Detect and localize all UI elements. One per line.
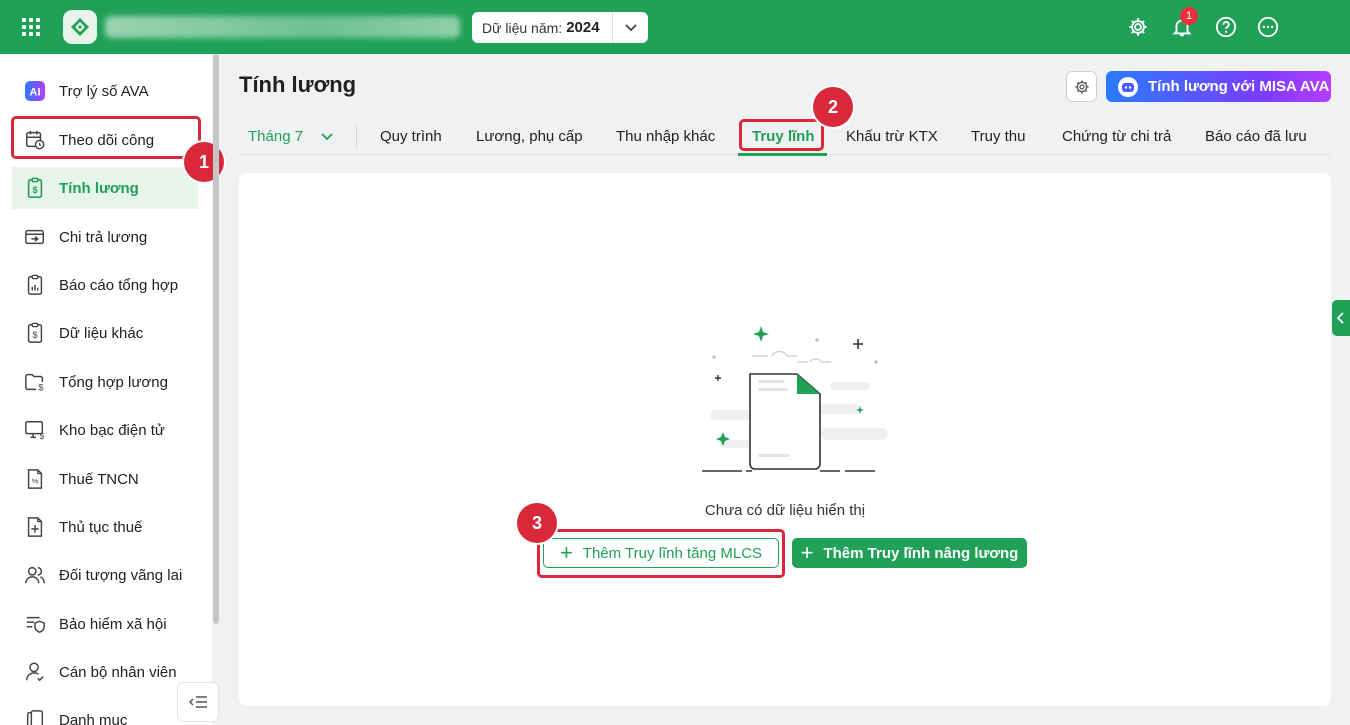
sidebar-item-label: Báo cáo tổng hợp [59, 276, 179, 294]
tab-separator [356, 126, 357, 148]
month-label: Tháng 7 [248, 128, 304, 145]
sidebar-item-employees[interactable]: Cán bộ nhân viên [12, 651, 198, 693]
year-label: Dữ liệu năm: [482, 19, 563, 36]
sidebar-item-social-insurance[interactable]: Bảo hiểm xã hội [12, 603, 198, 645]
users-icon [23, 563, 47, 587]
year-value: 2024 [566, 19, 600, 36]
svg-text:AI: AI [30, 87, 41, 99]
settings-icon[interactable] [1126, 15, 1150, 39]
page-title: Tính lương [239, 72, 357, 97]
svg-text:$: $ [40, 432, 45, 441]
sidebar-item-label: Chi trả lương [59, 228, 148, 246]
sidebar-item-label: Kho bạc điện tử [59, 421, 165, 439]
tab-other-income[interactable]: Thu nhập khác [616, 128, 715, 145]
tab-salary-allowance[interactable]: Lương, phụ cấp [476, 128, 583, 145]
sidebar-item-salary[interactable]: $ Tính lương [12, 167, 198, 209]
highlight-box-salary [11, 116, 201, 159]
month-select[interactable]: Tháng 7 [248, 128, 333, 145]
salary-icon: $ [23, 176, 47, 200]
tax-procedure-icon [23, 515, 47, 539]
misa-ava-button[interactable]: Tính lương với MISA AVA [1106, 71, 1331, 102]
sidebar-item-payment[interactable]: Chi trả lương [12, 216, 198, 258]
company-name-blurred [105, 16, 460, 38]
svg-text:$: $ [32, 330, 37, 340]
add-back-pay-raise-button[interactable]: + Thêm Truy lĩnh nâng lương [792, 538, 1027, 568]
sidebar-item-other-data[interactable]: $ Dữ liệu khác [12, 312, 198, 354]
step-badge-2: 2 [813, 87, 853, 127]
sidebar-item-tax-procedure[interactable]: Thủ tục thuế [12, 506, 198, 548]
catalog-icon [23, 708, 47, 725]
sidebar-item-label: Dữ liệu khác [59, 324, 144, 342]
sidebar-item-personal-tax[interactable]: % Thuế TNCN [12, 458, 198, 500]
robot-icon [1118, 76, 1138, 97]
sidebar-item-label: Tính lương [59, 179, 139, 197]
empty-state-illustration [702, 326, 888, 472]
svg-text:$: $ [38, 382, 43, 392]
step-badge-3: 3 [517, 503, 557, 543]
add-raise-label: Thêm Truy lĩnh nâng lương [823, 544, 1019, 562]
sidebar-item-label: Cán bộ nhân viên [59, 663, 177, 681]
sidebar-item-label: Đối tượng vãng lai [59, 566, 183, 584]
highlight-box-add-mlcs [537, 529, 785, 578]
tab-process[interactable]: Quy trình [380, 128, 442, 145]
wallet-icon [23, 225, 47, 249]
year-select[interactable]: Dữ liệu năm: 2024 [472, 12, 648, 43]
active-tab-indicator [738, 153, 827, 156]
svg-text:%: % [32, 477, 39, 486]
employee-icon [23, 660, 47, 684]
sidebar-item-label: Danh mục [59, 711, 128, 725]
chevron-down-icon[interactable] [612, 12, 648, 43]
more-icon[interactable] [1256, 15, 1280, 39]
sidebar-item-summary-report[interactable]: Báo cáo tổng hợp [12, 264, 198, 306]
sidebar-item-ava[interactable]: AI Trợ lý số AVA [12, 70, 198, 112]
tab-saved-reports[interactable]: Báo cáo đã lưu [1205, 128, 1307, 145]
plus-icon: + [800, 540, 814, 565]
chevron-left-icon [1337, 312, 1344, 324]
empty-state-text: Chưa có dữ liệu hiển thị [704, 502, 866, 519]
tab-payment-vouchers[interactable]: Chứng từ chi trả [1062, 128, 1171, 145]
sidebar-item-casual-subjects[interactable]: Đối tượng vãng lai [12, 554, 198, 596]
notification-badge: 1 [1180, 7, 1198, 25]
top-bar: Dữ liệu năm: 2024 1 [0, 0, 1350, 54]
sidebar-item-label: Trợ lý số AVA [59, 82, 149, 100]
collapse-sidebar-button[interactable] [177, 682, 219, 722]
insurance-icon [23, 612, 47, 636]
sidebar-item-catalog[interactable]: Danh mục [12, 699, 198, 725]
page-settings-button[interactable] [1066, 71, 1097, 102]
collapse-left-icon [188, 696, 207, 708]
sidebar-item-label: Thủ tục thuế [59, 518, 143, 536]
ava-button-label: Tính lương với MISA AVA [1148, 78, 1330, 95]
folder-money-icon: $ [23, 370, 47, 394]
sidebar-item-treasury[interactable]: $ Kho bạc điện tử [12, 409, 198, 451]
highlight-box-back-pay [739, 119, 824, 151]
tab-ktx-deduction[interactable]: Khấu trừ KTX [846, 128, 938, 145]
tax-icon: % [23, 467, 47, 491]
sidebar-item-label: Thuế TNCN [59, 470, 139, 488]
chevron-down-icon [321, 133, 333, 141]
sidebar-item-label: Tổng hợp lương [59, 373, 168, 391]
sidebar-item-label: Bảo hiểm xã hội [59, 615, 167, 633]
svg-text:$: $ [32, 185, 37, 195]
gear-icon [1074, 79, 1089, 94]
help-icon[interactable] [1214, 15, 1238, 39]
tab-recovery[interactable]: Truy thu [971, 128, 1025, 145]
report-icon [23, 273, 47, 297]
treasury-icon: $ [23, 418, 47, 442]
sidebar-item-salary-summary[interactable]: $ Tổng hợp lương [12, 361, 198, 403]
data-icon: $ [23, 321, 47, 345]
expand-right-panel-button[interactable] [1332, 300, 1350, 336]
apps-grid-icon[interactable] [22, 18, 40, 36]
app-logo[interactable] [63, 10, 97, 44]
sidebar-scrollbar[interactable] [213, 54, 219, 624]
ai-icon: AI [23, 79, 47, 103]
